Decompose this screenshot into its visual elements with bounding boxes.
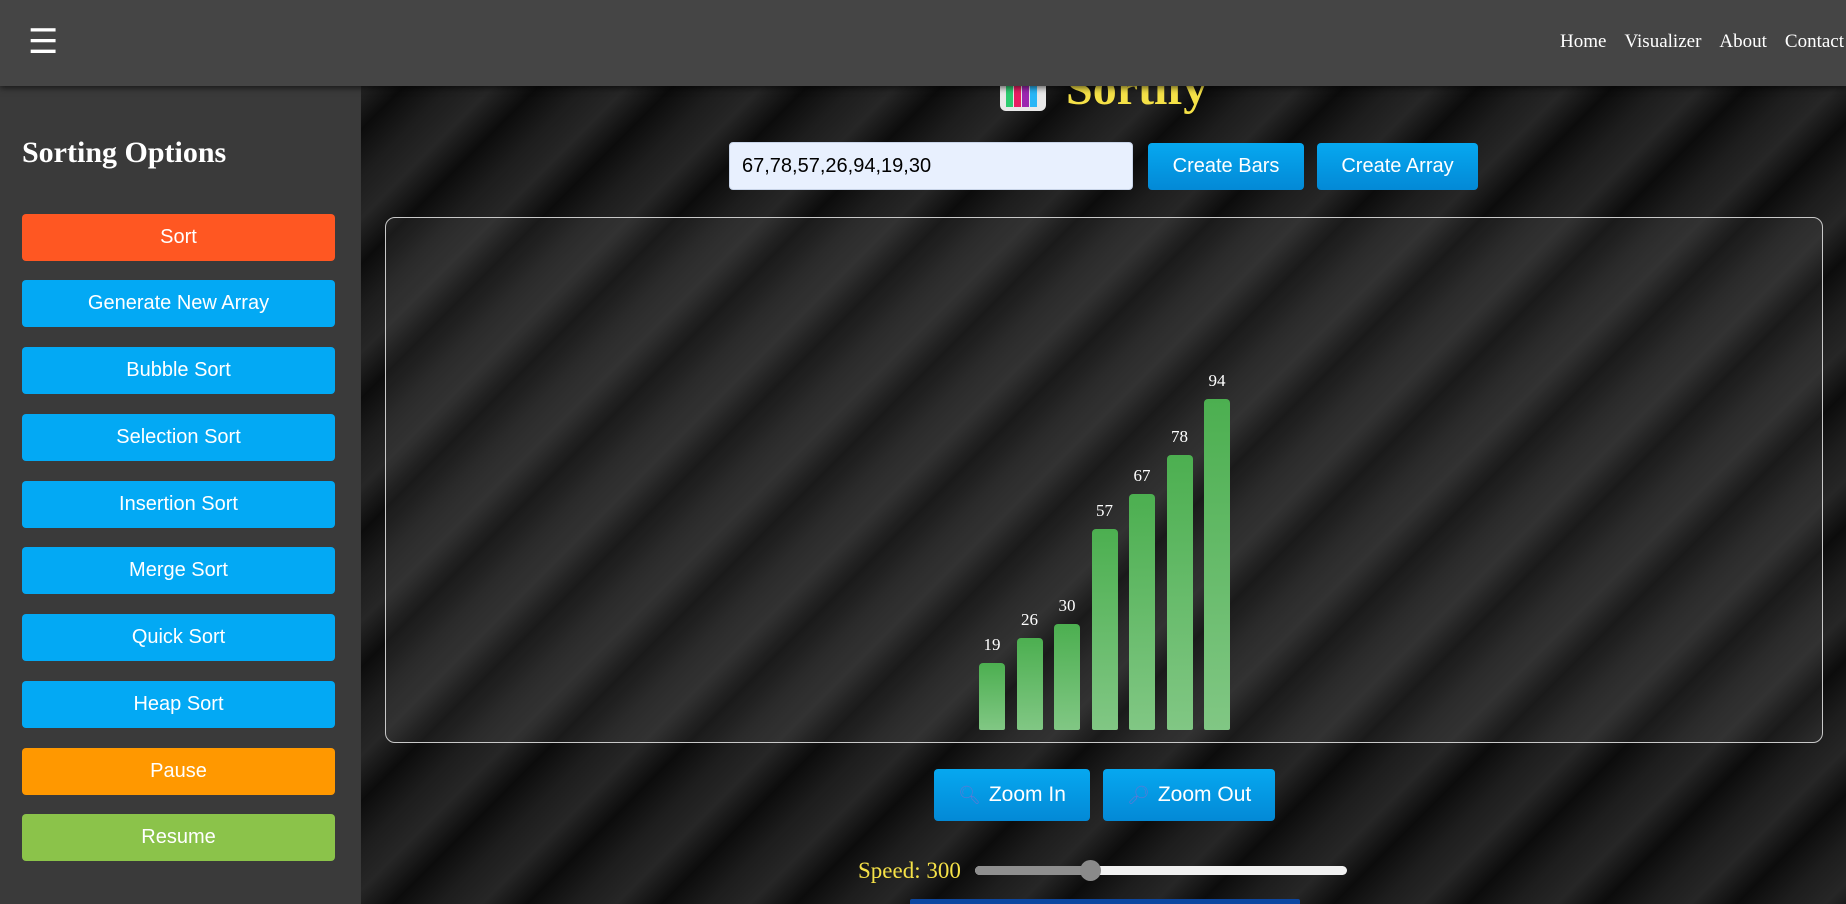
- nav-link-home[interactable]: Home: [1560, 31, 1606, 53]
- speed-slider[interactable]: [975, 860, 1347, 881]
- bar: [1166, 455, 1193, 730]
- bar-value-label: 57: [1096, 501, 1113, 521]
- nav-links: Home Visualizer About Contact: [1560, 31, 1844, 53]
- zoom-in-button[interactable]: 🔍︎ Zoom In: [934, 769, 1090, 821]
- nav-link-visualizer[interactable]: Visualizer: [1624, 31, 1701, 53]
- resume-button[interactable]: Resume: [22, 814, 335, 861]
- insertion-sort-button[interactable]: Insertion Sort: [22, 481, 335, 528]
- bubble-sort-button[interactable]: Bubble Sort: [22, 347, 335, 394]
- speed-slider-fill: [975, 866, 1091, 875]
- top-navbar: ☰ Home Visualizer About Contact: [0, 0, 1846, 86]
- bar-value-label: 30: [1058, 596, 1076, 616]
- speed-slider-thumb[interactable]: [1080, 860, 1102, 881]
- bar: [1204, 399, 1230, 730]
- nav-link-contact[interactable]: Contact: [1785, 31, 1844, 53]
- bar-value-label: 19: [983, 635, 1001, 655]
- nav-link-about[interactable]: About: [1719, 31, 1767, 53]
- heap-sort-button[interactable]: Heap Sort: [22, 681, 335, 728]
- visualization-area: 19 26 30 57 67 78 94: [385, 217, 1823, 743]
- bar-value-label: 78: [1171, 427, 1188, 447]
- sidebar: Sorting Options Sort Generate New Array …: [0, 86, 361, 904]
- create-bars-button[interactable]: Create Bars: [1148, 143, 1304, 190]
- bar: [1091, 529, 1118, 730]
- speed-label: Speed: 300: [858, 858, 961, 883]
- magnifier-icon: 🔎︎: [1127, 784, 1150, 806]
- bar-value-label: 94: [1208, 371, 1226, 391]
- array-input[interactable]: [729, 142, 1133, 190]
- bar-value-label: 67: [1133, 466, 1151, 486]
- bottom-button-edge[interactable]: [910, 899, 1300, 904]
- zoom-out-button[interactable]: 🔎︎ Zoom Out: [1103, 769, 1275, 821]
- bar: [1054, 624, 1080, 730]
- sort-button[interactable]: Sort: [22, 214, 335, 261]
- zoom-in-label: Zoom In: [988, 783, 1066, 806]
- bar: [1129, 494, 1155, 730]
- create-array-button[interactable]: Create Array: [1317, 143, 1478, 190]
- quick-sort-button[interactable]: Quick Sort: [22, 614, 335, 661]
- zoom-out-label: Zoom Out: [1157, 783, 1252, 806]
- bar-value-label: 26: [1021, 610, 1038, 630]
- hamburger-icon[interactable]: ☰: [28, 22, 58, 62]
- pause-button[interactable]: Pause: [22, 748, 335, 795]
- generate-new-array-button[interactable]: Generate New Array: [22, 280, 335, 327]
- bar: [1016, 638, 1043, 730]
- selection-sort-button[interactable]: Selection Sort: [22, 414, 335, 461]
- magnifier-icon: 🔍︎: [958, 784, 981, 806]
- merge-sort-button[interactable]: Merge Sort: [22, 547, 335, 594]
- sidebar-title: Sorting Options: [22, 136, 227, 169]
- bar: [979, 663, 1005, 730]
